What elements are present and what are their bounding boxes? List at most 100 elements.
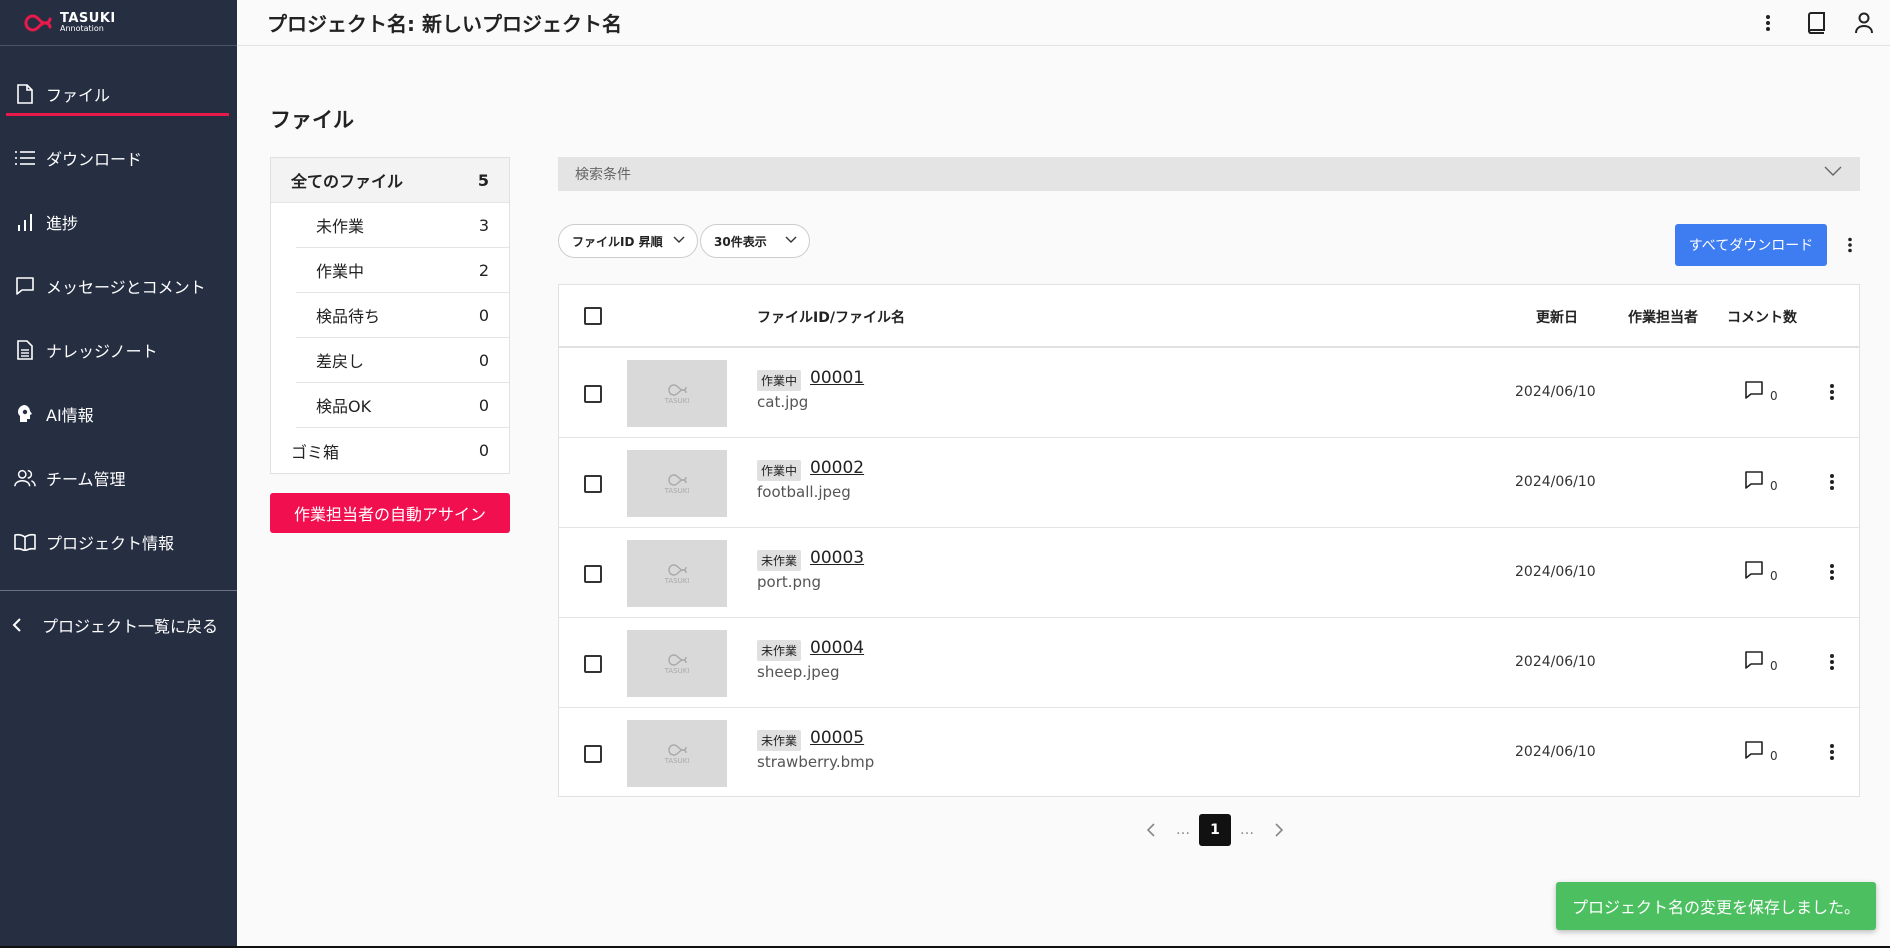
filter-count: 5 [477, 170, 489, 190]
sidebar-item-project-info[interactable]: プロジェクト情報 [0, 510, 237, 574]
manual-book-icon[interactable] [1800, 6, 1832, 40]
status-filter-panel: 全てのファイル 5 未作業 3 作業中 2 検品待ち 0 差戻し 0 検品OK … [270, 157, 510, 474]
row-checkbox[interactable] [584, 385, 602, 403]
status-badge: 作業中 [757, 460, 802, 481]
header-assignee: 作業担当者 [1628, 310, 1698, 326]
page-title: ファイル [270, 108, 354, 132]
comment-count[interactable]: 0 [1744, 380, 1778, 403]
filter-returned[interactable]: 差戻し 0 [296, 338, 509, 383]
filter-label: 未作業 [316, 217, 365, 236]
table-row[interactable]: TASUKI 作業中 00001 cat.jpg 2024/06/10 0 [559, 348, 1859, 438]
row-more-icon[interactable] [1825, 650, 1839, 674]
per-page-select[interactable]: 30件表示 [700, 224, 810, 258]
sidebar-nav: ファイル ダウンロード 進捗 メッセージとコメント ナレッジノート AI情報 チ… [0, 46, 237, 574]
table-row[interactable]: TASUKI 未作業 00003 port.png 2024/06/10 0 [559, 528, 1859, 618]
file-id-link[interactable]: 00001 [810, 368, 864, 388]
table-row[interactable]: TASUKI 未作業 00005 strawberry.bmp 2024/06/… [559, 708, 1859, 798]
sidebar-item-messages[interactable]: メッセージとコメント [0, 254, 237, 318]
table-row[interactable]: TASUKI 未作業 00004 sheep.jpeg 2024/06/10 0 [559, 618, 1859, 708]
success-toast: プロジェクト名の変更を保存しました。 [1556, 882, 1876, 930]
pagination-ellipsis: … [1176, 822, 1190, 838]
filter-count: 0 [478, 441, 489, 460]
comment-count-value: 0 [1770, 749, 1778, 763]
file-id-link[interactable]: 00005 [810, 728, 864, 748]
row-checkbox[interactable] [584, 565, 602, 583]
header-updated[interactable]: 更新日 [1536, 307, 1578, 327]
row-more-icon[interactable] [1825, 740, 1839, 764]
filter-in-progress[interactable]: 作業中 2 [296, 248, 509, 293]
file-thumbnail[interactable]: TASUKI [627, 630, 727, 697]
next-page-icon[interactable] [1263, 814, 1295, 846]
sidebar-item-knowledge[interactable]: ナレッジノート [0, 318, 237, 382]
filter-count: 3 [478, 215, 489, 235]
auto-assign-button[interactable]: 作業担当者の自動アサイン [270, 493, 510, 533]
row-checkbox[interactable] [584, 745, 602, 763]
filter-not-started[interactable]: 未作業 3 [296, 203, 509, 248]
more-vertical-icon[interactable] [1840, 232, 1860, 258]
row-more-icon[interactable] [1825, 380, 1839, 404]
updated-date: 2024/06/10 [1515, 654, 1596, 670]
header-file: ファイルID/ファイル名 [757, 310, 905, 326]
select-all-checkbox[interactable] [584, 307, 602, 325]
logo[interactable]: TASUKI Annotation [0, 0, 237, 46]
comment-count-value: 0 [1770, 479, 1778, 493]
status-badge: 作業中 [757, 370, 802, 391]
filter-count: 2 [478, 260, 489, 280]
filter-all-files[interactable]: 全てのファイル 5 [271, 158, 509, 203]
row-checkbox[interactable] [584, 475, 602, 493]
row-checkbox[interactable] [584, 655, 602, 673]
search-conditions-toggle[interactable]: 検索条件 [558, 157, 1860, 191]
file-icon [14, 83, 36, 105]
sidebar-item-label: AI情報 [46, 406, 94, 425]
pagination: … 1 … [1135, 814, 1295, 846]
filter-label: 検品待ち [316, 307, 381, 326]
thumbnail-logo-text: TASUKI [664, 396, 690, 405]
book-icon [14, 531, 36, 553]
file-id-link[interactable]: 00003 [810, 548, 864, 568]
file-name: port.png [757, 573, 822, 591]
file-id-link[interactable]: 00004 [810, 638, 864, 658]
filter-trash[interactable]: ゴミ箱 0 [271, 428, 509, 473]
filter-label: ゴミ箱 [291, 442, 340, 462]
file-id-link[interactable]: 00002 [810, 458, 864, 478]
sort-order-select[interactable]: ファイルID 昇順 [558, 224, 698, 258]
table-row[interactable]: TASUKI 作業中 00002 football.jpeg 2024/06/1… [559, 438, 1859, 528]
comment-count[interactable]: 0 [1744, 740, 1778, 763]
sidebar-item-label: 進捗 [46, 214, 79, 233]
chat-icon [14, 275, 36, 297]
sidebar-item-ai[interactable]: AI情報 [0, 382, 237, 446]
bar-chart-icon [14, 211, 36, 233]
row-more-icon[interactable] [1825, 560, 1839, 584]
file-thumbnail[interactable]: TASUKI [627, 540, 727, 607]
comment-icon [1745, 381, 1763, 399]
file-thumbnail[interactable]: TASUKI [627, 720, 727, 787]
comment-icon [1745, 561, 1763, 579]
file-name: strawberry.bmp [757, 753, 875, 771]
more-vertical-icon[interactable] [1752, 6, 1784, 40]
prev-page-icon[interactable] [1135, 814, 1167, 846]
comment-count[interactable]: 0 [1744, 470, 1778, 493]
thumbnail-logo-text: TASUKI [664, 576, 690, 585]
sort-order-value: ファイルID 昇順 [572, 234, 663, 249]
ai-head-icon [14, 403, 36, 425]
sidebar-item-label: プロジェクト情報 [46, 534, 175, 553]
download-all-button[interactable]: すべてダウンロード [1675, 224, 1827, 266]
sidebar-item-download[interactable]: ダウンロード [0, 126, 237, 190]
comment-count[interactable]: 0 [1744, 650, 1778, 673]
sidebar-item-progress[interactable]: 進捗 [0, 190, 237, 254]
page-number-current[interactable]: 1 [1199, 814, 1231, 846]
file-thumbnail[interactable]: TASUKI [627, 360, 727, 427]
file-thumbnail[interactable]: TASUKI [627, 450, 727, 517]
back-to-projects-link[interactable]: プロジェクト一覧に戻る [0, 591, 237, 659]
updated-date: 2024/06/10 [1515, 474, 1596, 490]
header-actions [1752, 6, 1880, 40]
filter-awaiting-inspection[interactable]: 検品待ち 0 [296, 293, 509, 338]
sidebar-item-files[interactable]: ファイル [0, 62, 237, 126]
user-icon[interactable] [1848, 6, 1880, 40]
sidebar-item-team[interactable]: チーム管理 [0, 446, 237, 510]
comment-count[interactable]: 0 [1744, 560, 1778, 583]
file-name: football.jpeg [757, 483, 851, 501]
filter-inspection-ok[interactable]: 検品OK 0 [296, 383, 509, 428]
row-more-icon[interactable] [1825, 470, 1839, 494]
table-header: ファイルID/ファイル名 更新日 作業担当者 コメント数 [559, 285, 1859, 348]
